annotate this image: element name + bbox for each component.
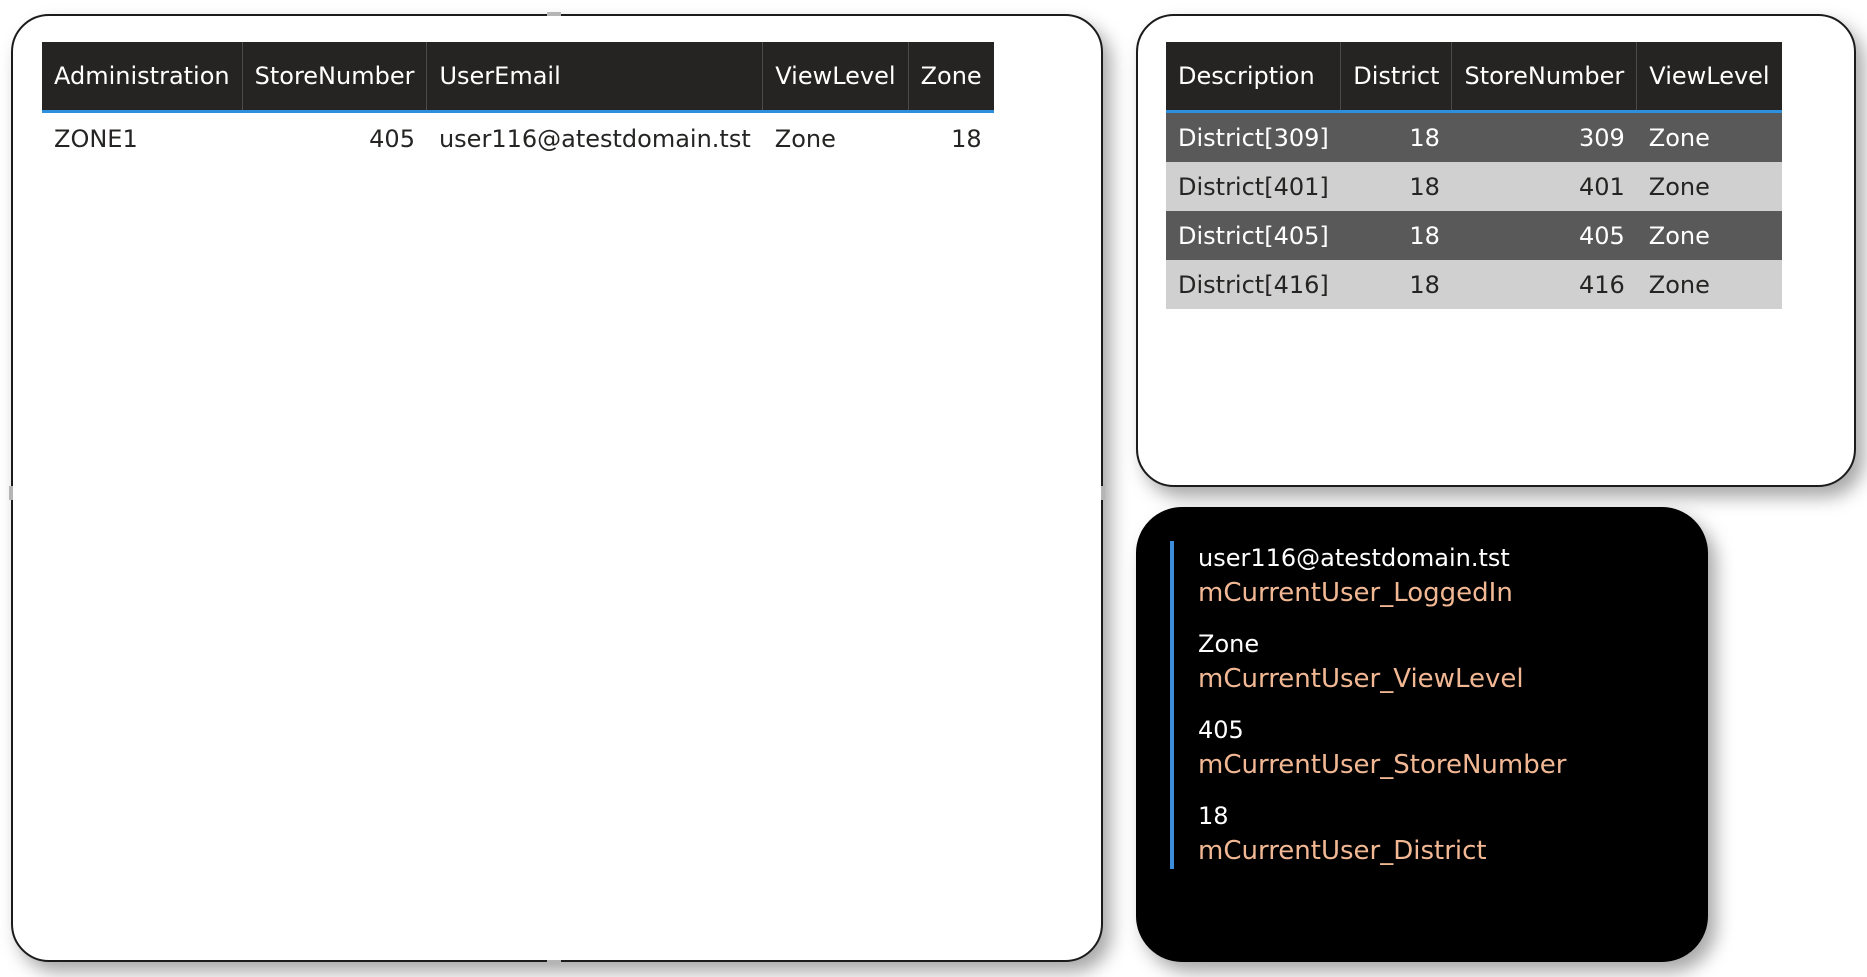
cell-district: 18 [1340,162,1452,211]
cell-viewlevel: Zone [774,125,836,153]
cell-viewlevel: Zone [1636,111,1782,162]
table-visual-districts[interactable]: Description District StoreNumber ViewLev… [1136,14,1856,487]
multi-row-card-current-user[interactable]: user116@atestdomain.tst mCurrentUser_Log… [1136,507,1708,962]
cell-description: District[401] [1166,162,1341,211]
table-header-row: Administration StoreNumber UserEmail Vie… [42,42,994,113]
table-header-row: Description District StoreNumber ViewLev… [1166,42,1782,113]
cell-viewlevel: Zone [1636,211,1782,260]
resize-handle-right[interactable] [1101,486,1105,500]
cell-description: District[309] [1166,111,1341,162]
cell-storenumber: 309 [1451,111,1637,162]
cell-viewlevel: Zone [1636,162,1782,211]
cell-district: 18 [1340,211,1452,260]
card-item-label: mCurrentUser_ViewLevel [1198,664,1524,694]
cell-zone: 18 [951,125,982,153]
cell-description: District[405] [1166,211,1341,260]
cell-description: District[416] [1166,260,1341,309]
column-header-viewlevel[interactable]: ViewLevel [1636,42,1782,113]
column-header-viewlevel[interactable]: ViewLevel [762,42,909,113]
card-item-value: 405 [1198,716,1244,744]
column-header-storenumber[interactable]: StoreNumber [1451,42,1638,113]
resize-handle-bottom[interactable] [547,960,561,964]
card-item-list: user116@atestdomain.tst mCurrentUser_Log… [1170,541,1566,869]
table-row[interactable]: ZONE1 405 user116@atestdomain.tst Zone 1… [42,112,994,166]
table-row[interactable]: District[416] 18 416 Zone [1166,260,1782,309]
card-item-viewlevel: Zone mCurrentUser_ViewLevel [1198,627,1566,697]
resize-handle-top[interactable] [547,12,561,16]
table-visual-users[interactable]: Administration StoreNumber UserEmail Vie… [9,12,1105,964]
cell-storenumber: 416 [1451,260,1637,309]
cell-storenumber: 405 [1451,211,1637,260]
card-item-loggedin: user116@atestdomain.tst mCurrentUser_Log… [1198,541,1566,611]
cell-district: 18 [1340,111,1452,162]
card-item-district: 18 mCurrentUser_District [1198,799,1566,869]
column-header-description[interactable]: Description [1166,42,1342,113]
table-row[interactable]: District[405] 18 405 Zone [1166,211,1782,260]
cell-storenumber: 401 [1451,162,1637,211]
card-item-value: 18 [1198,802,1229,830]
column-header-administration[interactable]: Administration [42,42,243,113]
card-item-value: user116@atestdomain.tst [1198,544,1510,572]
card-item-label: mCurrentUser_District [1198,836,1487,866]
cell-district: 18 [1340,260,1452,309]
resize-handle-left[interactable] [9,486,13,500]
cell-administration: ZONE1 [54,125,138,153]
column-header-storenumber[interactable]: StoreNumber [242,42,428,113]
table-row[interactable]: District[309] 18 309 Zone [1166,111,1782,162]
column-header-district[interactable]: District [1340,42,1453,113]
table-row[interactable]: District[401] 18 401 Zone [1166,162,1782,211]
cell-useremail: user116@atestdomain.tst [438,125,751,153]
column-header-useremail[interactable]: UserEmail [426,42,764,113]
districts-table: Description District StoreNumber ViewLev… [1166,42,1782,309]
users-table: Administration StoreNumber UserEmail Vie… [42,42,994,165]
cell-storenumber: 405 [369,125,415,153]
card-item-storenumber: 405 mCurrentUser_StoreNumber [1198,713,1566,783]
cell-viewlevel: Zone [1636,260,1782,309]
card-item-label: mCurrentUser_StoreNumber [1198,750,1567,780]
card-item-value: Zone [1198,630,1260,658]
card-item-label: mCurrentUser_LoggedIn [1198,578,1513,608]
column-header-zone[interactable]: Zone [908,42,994,113]
